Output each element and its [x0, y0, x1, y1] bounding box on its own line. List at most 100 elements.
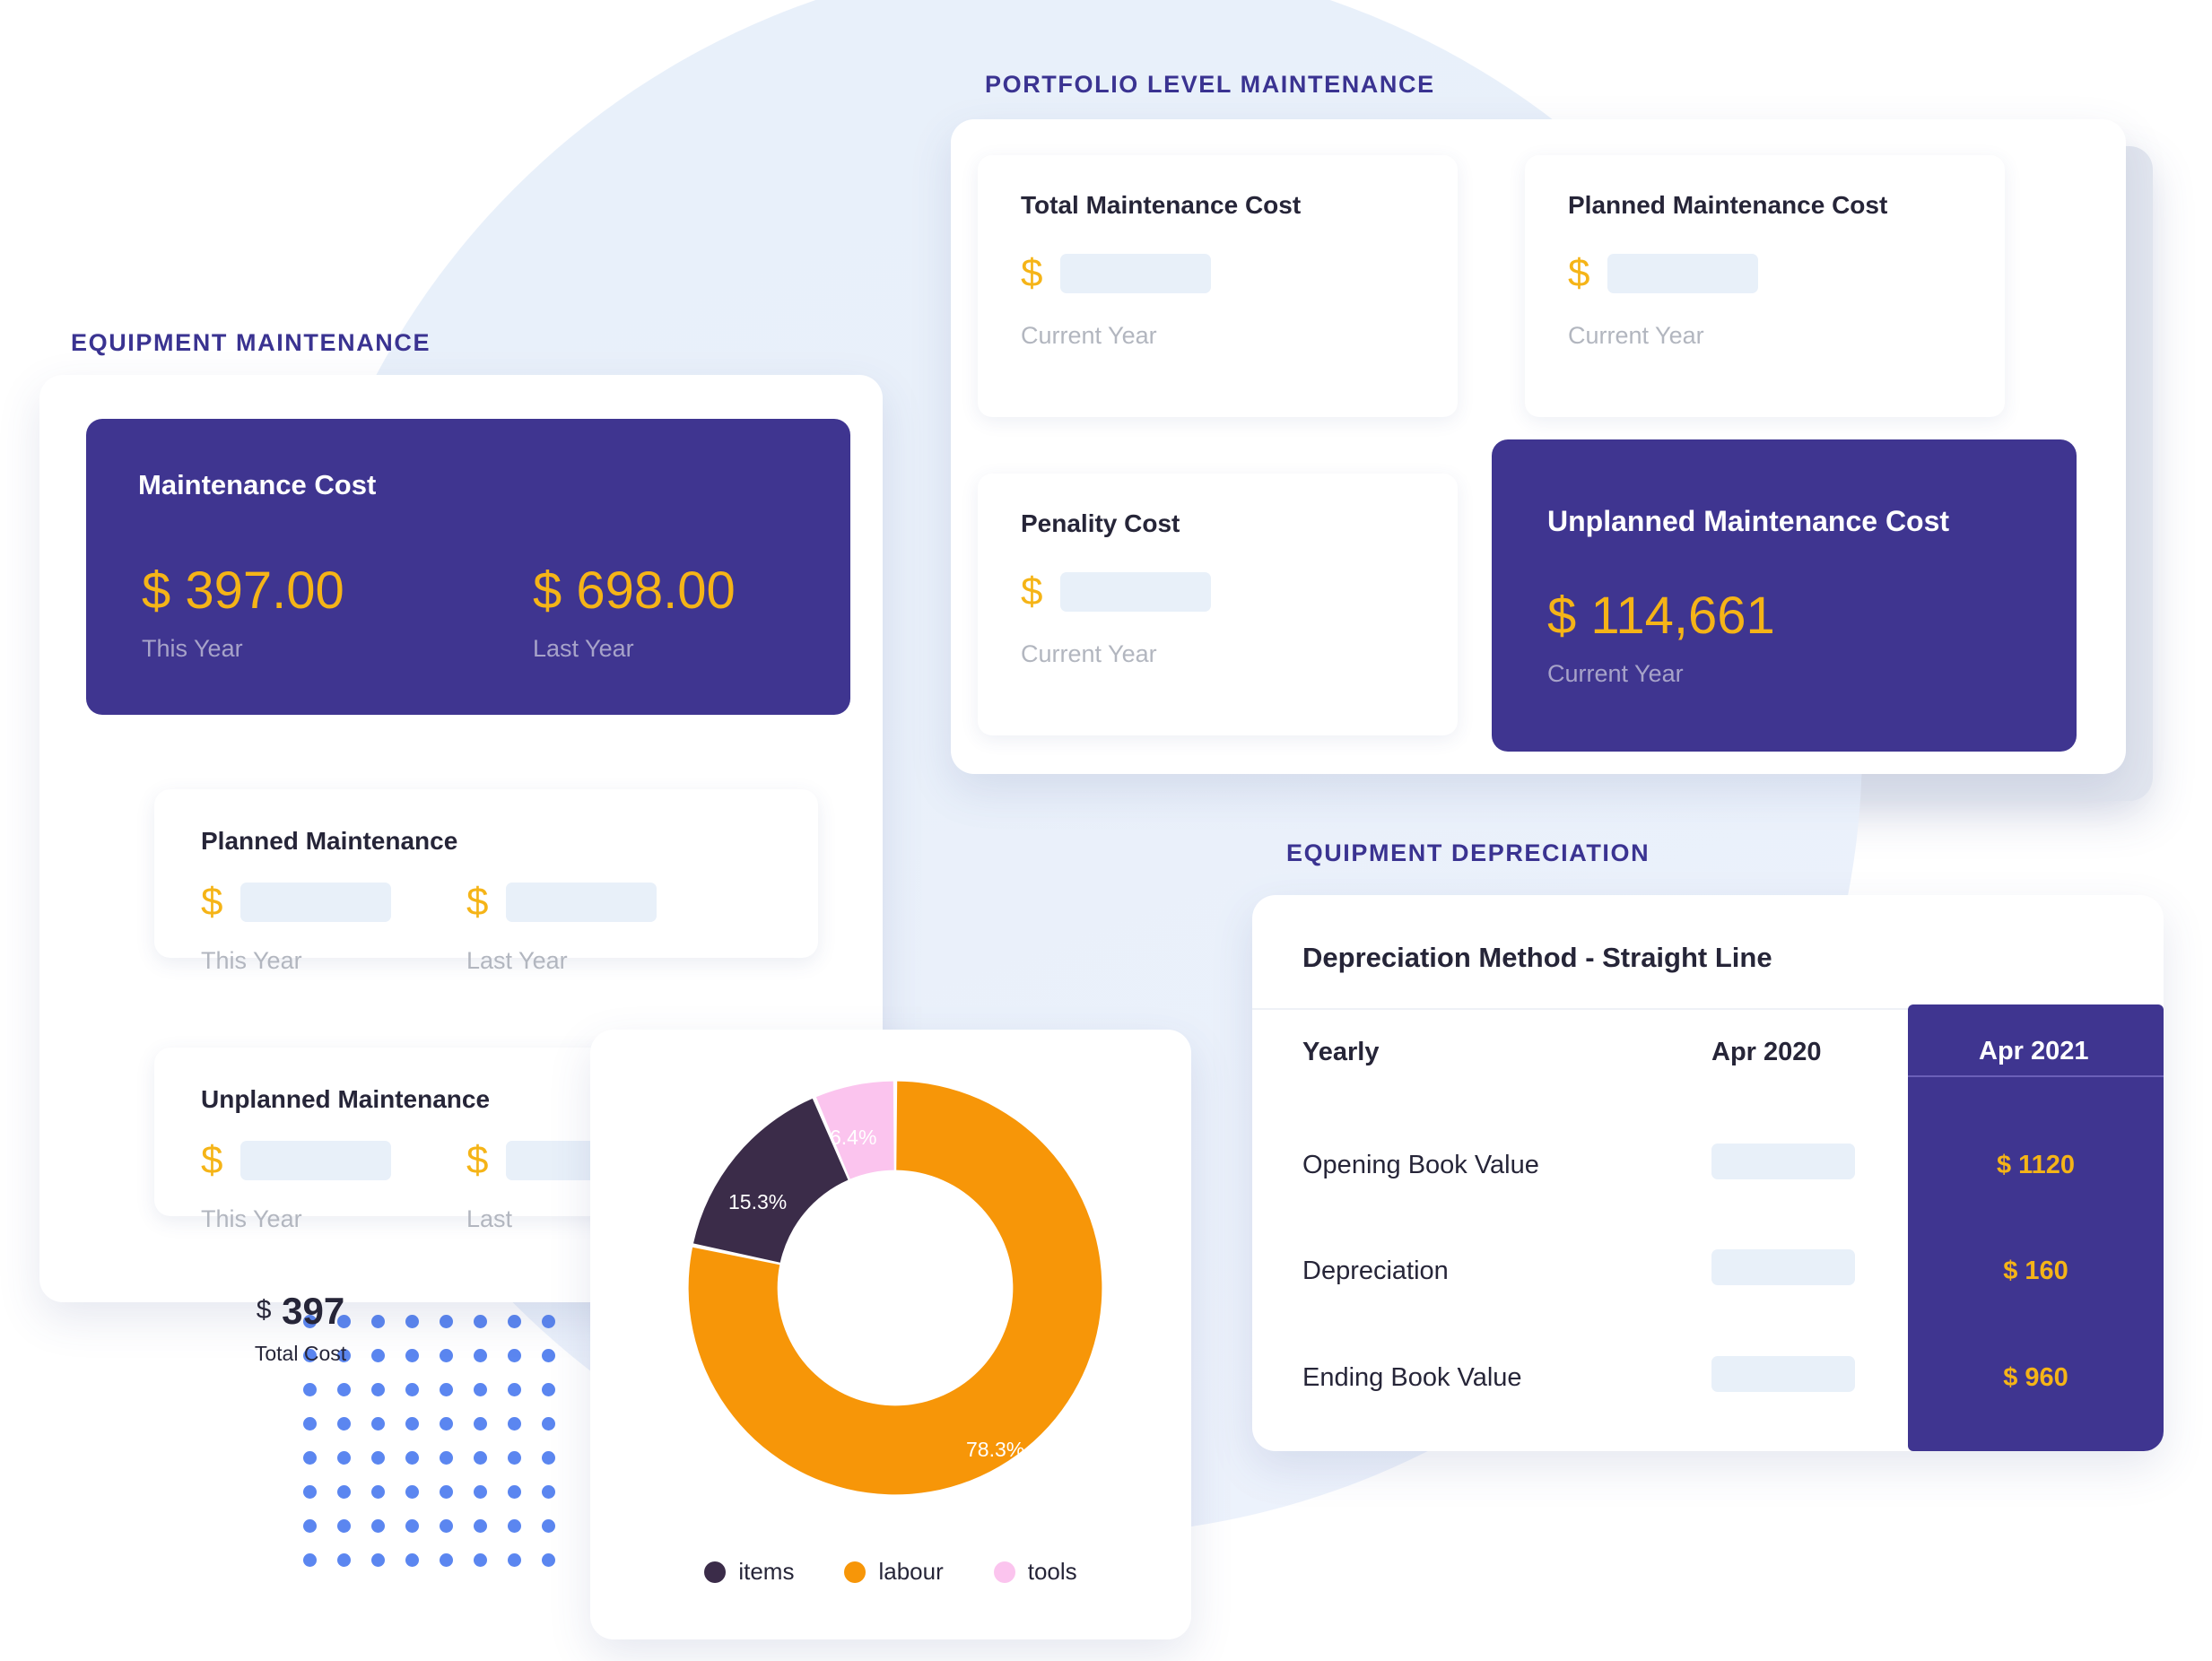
dollar-icon: $: [466, 880, 489, 924]
table-row: Depreciation: [1302, 1257, 1449, 1285]
dot: [303, 1315, 317, 1328]
donut-slice-items[interactable]: [693, 1098, 849, 1263]
dot: [371, 1485, 385, 1499]
dot: [440, 1417, 453, 1431]
dot: [474, 1451, 487, 1465]
donut-label-labour: 78.3%: [966, 1438, 1025, 1461]
depreciation-value-apr-2021: $ 160: [2003, 1257, 2068, 1285]
dot: [303, 1553, 317, 1567]
depreciation-value-apr-2021: $ 1120: [1996, 1151, 2076, 1179]
maintenance-cost-this-year: $ 397.00 This Year: [142, 565, 344, 663]
donut-label-tools: 6.4%: [830, 1126, 877, 1149]
depreciation-method-title: Depreciation Method - Straight Line: [1302, 942, 1772, 973]
dot: [474, 1417, 487, 1431]
maintenance-cost-last-year-caption: Last Year: [533, 635, 634, 662]
depreciation-column-header-yearly: Yearly: [1302, 1038, 1380, 1066]
dot: [440, 1553, 453, 1567]
dot: [542, 1553, 555, 1567]
dot: [303, 1451, 317, 1465]
dollar-icon: $: [201, 880, 223, 924]
planned-maintenance-cost-card[interactable]: Planned Maintenance Cost $ Current Year: [1525, 155, 2005, 417]
maintenance-cost-this-year-value: $ 397.00: [142, 561, 344, 620]
dot: [508, 1485, 521, 1499]
dot: [337, 1485, 351, 1499]
dot: [303, 1485, 317, 1499]
planned-maintenance-last-year-caption: Last Year: [466, 947, 568, 974]
dot: [508, 1417, 521, 1431]
maintenance-cost-last-year: $ 698.00 Last Year: [533, 565, 736, 663]
dot: [337, 1417, 351, 1431]
dollar-icon: $: [1021, 570, 1043, 613]
legend-swatch-icon: [844, 1561, 867, 1583]
dot: [440, 1315, 453, 1328]
dot: [337, 1383, 351, 1396]
legend-label: tools: [1027, 1558, 1077, 1585]
planned-maintenance-this-year-value: $: [201, 880, 392, 924]
dot: [474, 1553, 487, 1567]
value-placeholder: [1711, 1144, 1855, 1179]
value-placeholder: [240, 1141, 392, 1180]
dot: [405, 1417, 419, 1431]
dot: [440, 1485, 453, 1499]
legend-item-items[interactable]: items: [704, 1558, 794, 1586]
dot: [371, 1315, 385, 1328]
dot: [474, 1383, 487, 1396]
legend-item-tools[interactable]: tools: [993, 1558, 1077, 1586]
planned-maintenance-card[interactable]: Planned Maintenance $ This Year $ Last Y…: [154, 789, 818, 974]
penality-cost-value: $: [1021, 570, 1212, 613]
dot: [405, 1315, 419, 1328]
section-label-equipment-depreciation: EQUIPMENT DEPRECIATION: [1286, 839, 1650, 866]
donut-center-caption: Total Cost: [254, 1342, 347, 1365]
dot: [542, 1315, 555, 1328]
dot: [508, 1553, 521, 1567]
unplanned-maintenance-cost-caption: Current Year: [1547, 660, 1684, 687]
dollar-icon: $: [201, 1138, 223, 1182]
maintenance-cost-this-year-caption: This Year: [142, 635, 243, 662]
dot: [371, 1553, 385, 1567]
dot: [508, 1519, 521, 1533]
dot: [303, 1519, 317, 1533]
unplanned-maintenance-this-year-caption: This Year: [201, 1205, 302, 1232]
value-placeholder: [1711, 1249, 1855, 1285]
donut-chart[interactable]: [653, 1073, 1137, 1503]
dot: [303, 1417, 317, 1431]
dot: [303, 1383, 317, 1396]
dot: [371, 1519, 385, 1533]
legend-item-labour[interactable]: labour: [844, 1558, 944, 1586]
legend-swatch-icon: [704, 1561, 727, 1583]
dot: [508, 1383, 521, 1396]
legend-swatch-icon: [993, 1561, 1015, 1583]
depreciation-column-header-apr-2020: Apr 2020: [1711, 1038, 1822, 1066]
dot: [542, 1485, 555, 1499]
total-maintenance-cost-value: $: [1021, 254, 1212, 293]
dot: [474, 1485, 487, 1499]
dot: [405, 1519, 419, 1533]
planned-maintenance-cost-caption: Current Year: [1568, 322, 1704, 349]
dot: [440, 1383, 453, 1396]
dot: [405, 1383, 419, 1396]
dot: [542, 1519, 555, 1533]
unplanned-maintenance-cost-card[interactable]: Unplanned Maintenance Cost $ 114,661 Cur…: [1492, 439, 2077, 752]
unplanned-maintenance-cost-title: Unplanned Maintenance Cost: [1547, 505, 1950, 537]
planned-maintenance-cost-title: Planned Maintenance Cost: [1568, 191, 1888, 219]
penality-cost-card[interactable]: Penality Cost $ Current Year: [978, 474, 1458, 735]
planned-maintenance-title: Planned Maintenance: [201, 827, 458, 855]
planned-maintenance-this-year-caption: This Year: [201, 947, 302, 974]
dot: [542, 1383, 555, 1396]
table-row: Ending Book Value: [1302, 1363, 1522, 1392]
value-placeholder: [1060, 572, 1212, 612]
value-placeholder: [506, 883, 658, 922]
dot: [405, 1485, 419, 1499]
dot: [508, 1451, 521, 1465]
dot: [440, 1519, 453, 1533]
dot: [337, 1451, 351, 1465]
value-placeholder: [240, 883, 392, 922]
dot: [337, 1553, 351, 1567]
total-maintenance-cost-card[interactable]: Total Maintenance Cost $ Current Year: [978, 155, 1458, 417]
planned-maintenance-last-year-value: $: [466, 880, 658, 924]
section-label-equipment-maintenance: EQUIPMENT MAINTENANCE: [71, 329, 431, 356]
dot: [474, 1519, 487, 1533]
value-placeholder: [1060, 254, 1212, 293]
depreciation-header-underline: [1908, 1075, 2164, 1077]
dot: [542, 1417, 555, 1431]
